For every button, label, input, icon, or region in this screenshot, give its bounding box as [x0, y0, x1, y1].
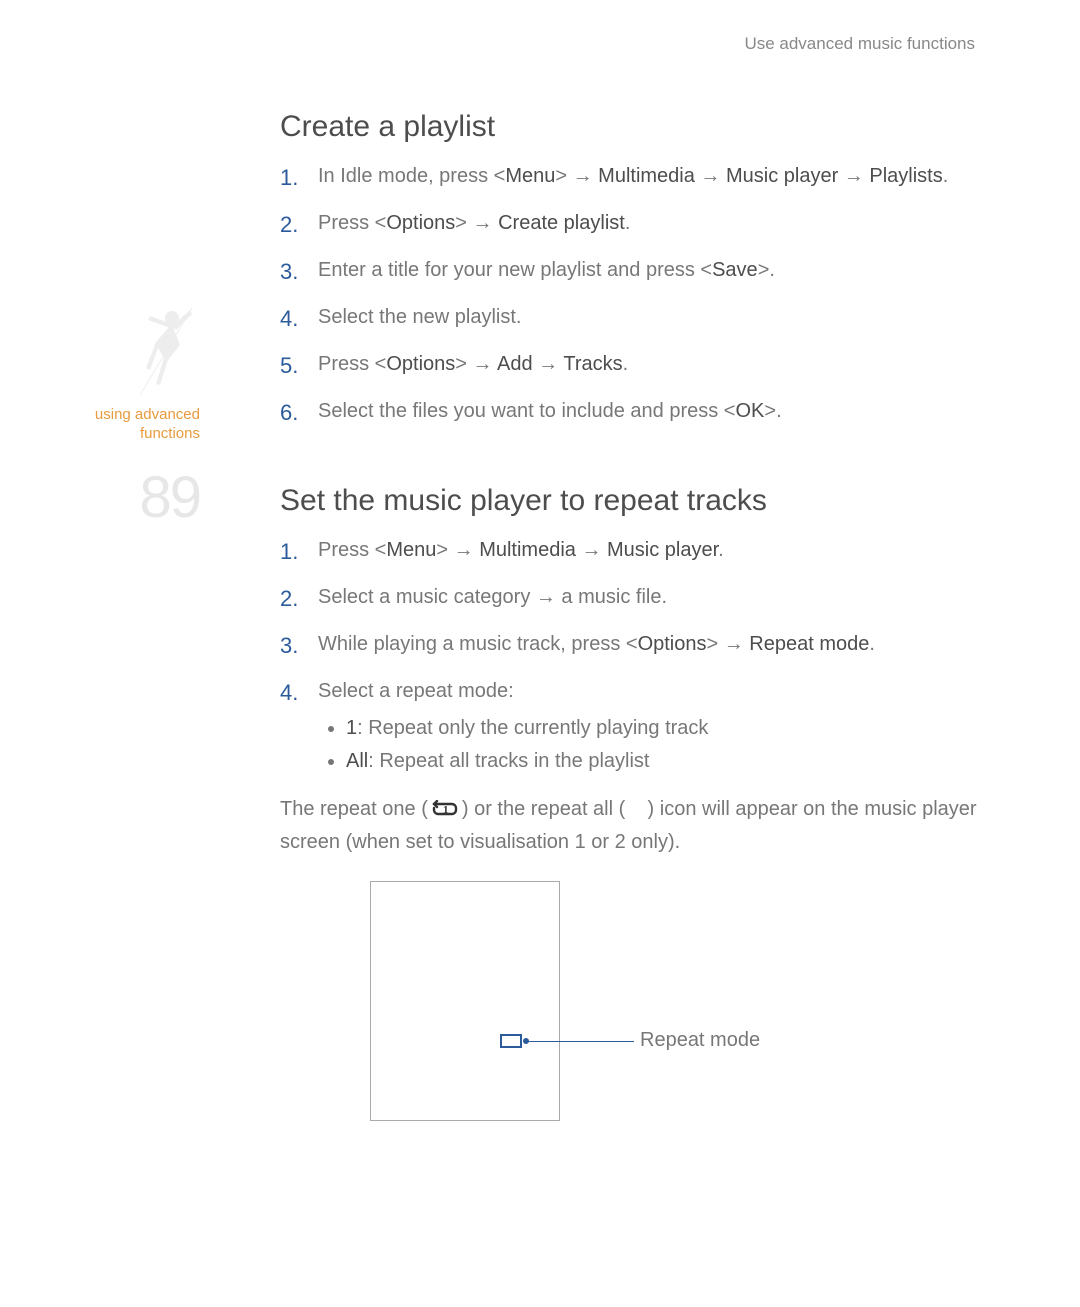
step: Enter a title for your new playlist and … [280, 256, 980, 285]
sub-list: 1: Repeat only the currently playing tra… [318, 714, 980, 776]
callout-label: Repeat mode [640, 1029, 760, 1052]
sidebar-section-label: using advanced functions [60, 406, 200, 444]
steps-repeat-tracks: Press <Menu> → Multimedia → Music player… [280, 536, 980, 776]
sidebar: using advanced functions 89 [60, 300, 200, 531]
steps-create-playlist: In Idle mode, press <Menu> → Multimedia … [280, 162, 980, 426]
page: Use advanced music functions using advan… [0, 0, 1080, 1307]
repeat-mode-indicator [500, 1034, 522, 1048]
step: Press <Options> → Create playlist. [280, 209, 980, 238]
step: Press <Options> → Add → Tracks. [280, 350, 980, 379]
step: Select the new playlist. [280, 303, 980, 332]
step: Select a repeat mode: 1: Repeat only the… [280, 677, 980, 776]
note-paragraph: The repeat one (1) or the repeat all ( )… [280, 794, 980, 857]
step: In Idle mode, press <Menu> → Multimedia … [280, 162, 980, 191]
page-number: 89 [60, 464, 200, 531]
callout-line [524, 1041, 634, 1042]
phone-screen-frame [370, 881, 560, 1121]
svg-text:1: 1 [443, 804, 449, 816]
step: While playing a music track, press <Opti… [280, 630, 980, 659]
repeat-one-icon: 1 [428, 797, 462, 827]
diagram: Repeat mode [370, 881, 890, 1131]
content: Create a playlist In Idle mode, press <M… [280, 100, 980, 1131]
section-title-create-playlist: Create a playlist [280, 110, 980, 144]
sub-item: All: Repeat all tracks in the playlist [346, 747, 980, 776]
step: Select a music category → a music file. [280, 583, 980, 612]
step: Press <Menu> → Multimedia → Music player… [280, 536, 980, 565]
header-breadcrumb: Use advanced music functions [744, 34, 975, 54]
climber-icon [130, 300, 200, 400]
sub-item: 1: Repeat only the currently playing tra… [346, 714, 980, 743]
section-title-repeat-tracks: Set the music player to repeat tracks [280, 484, 980, 518]
step: Select the files you want to include and… [280, 397, 980, 426]
